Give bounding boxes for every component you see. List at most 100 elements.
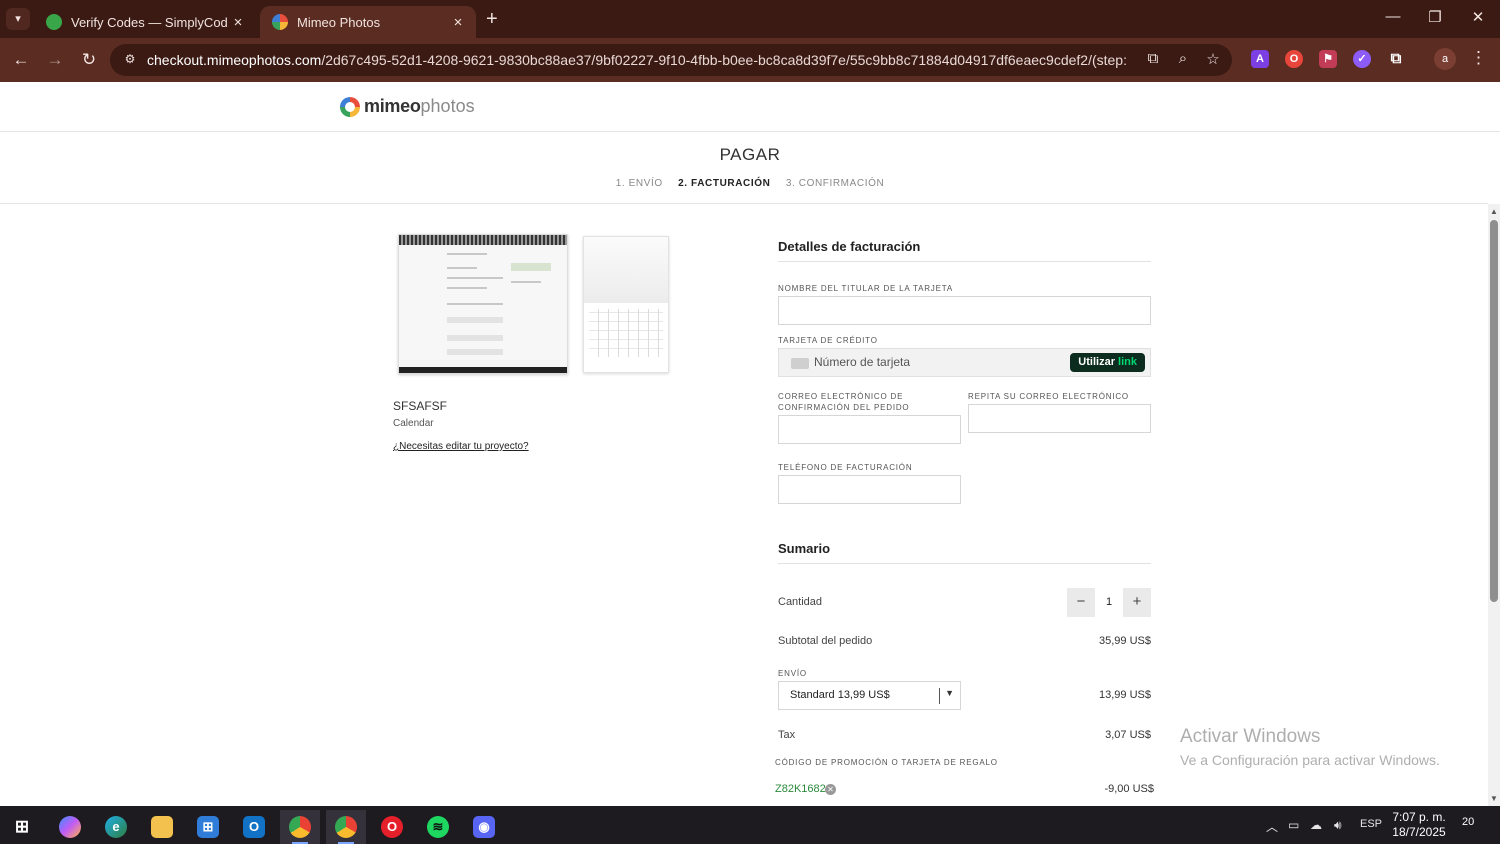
step-billing: 2. FACTURACIÓN [678, 178, 771, 189]
remove-promo-icon[interactable]: ✕ [825, 784, 836, 795]
calendar-preview-back [583, 236, 669, 373]
bookmark-star-icon[interactable]: ☆ [1202, 50, 1224, 70]
repeat-email-input[interactable] [968, 404, 1151, 433]
minimize-button[interactable]: — [1378, 8, 1408, 25]
confirmation-email-input[interactable] [778, 415, 961, 444]
shipping-label: ENVÍO [778, 669, 807, 678]
chrome-icon [289, 816, 311, 838]
calendar-grid [589, 309, 663, 357]
spotify-button[interactable]: ≋ [418, 810, 458, 844]
edge-icon: e [105, 816, 127, 838]
credit-card-label: TARJETA DE CRÉDITO [778, 336, 878, 345]
credit-card-icon [791, 358, 809, 369]
scroll-down-icon[interactable]: ▼ [1490, 794, 1498, 803]
subtotal-label: Subtotal del pedido [778, 635, 873, 647]
tab-title: Mimeo Photos [297, 14, 381, 30]
copilot-icon [59, 816, 81, 838]
reload-button[interactable]: ↻ [76, 48, 102, 72]
summary-section-title: Sumario [778, 541, 831, 556]
discord-button[interactable]: ◉ [464, 810, 504, 844]
volume-icon[interactable]: 🔊︎ [1334, 818, 1342, 833]
new-tab-button[interactable]: + [486, 8, 498, 31]
spiral-binding [399, 235, 567, 245]
more-menu-icon[interactable]: ⋮ [1470, 48, 1487, 68]
card-number-input[interactable]: Número de tarjeta Utilizar link [778, 348, 1151, 377]
start-button[interactable]: ⊞ [2, 810, 42, 844]
quantity-value[interactable]: 1 [1095, 588, 1123, 617]
scroll-up-icon[interactable]: ▲ [1490, 207, 1498, 216]
step-shipping[interactable]: 1. ENVÍO [616, 178, 663, 189]
profile-avatar[interactable]: a [1434, 48, 1456, 70]
tab-mimeo-photos[interactable]: Mimeo Photos × [260, 6, 476, 38]
language-indicator[interactable]: ESP [1360, 818, 1382, 830]
tab-simplycodes[interactable]: Verify Codes — SimplyCodes × [34, 6, 256, 38]
onedrive-icon[interactable]: ☁ [1310, 818, 1322, 832]
project-type: Calendar [393, 418, 434, 429]
edit-project-link[interactable]: ¿Necesitas editar tu proyecto? [393, 441, 529, 452]
extensions-puzzle-icon[interactable]: ⧉ [1387, 50, 1405, 68]
extension-record-icon[interactable]: O [1285, 50, 1303, 68]
close-icon[interactable]: × [448, 14, 468, 31]
outlook-icon: O [243, 816, 265, 838]
address-bar[interactable]: ⚙ checkout.mimeophotos.com/2d67c495-52d1… [110, 44, 1232, 76]
copilot-button[interactable] [50, 810, 90, 844]
windows-icon: ⊞ [14, 817, 30, 836]
notifications-button[interactable]: 20 [1462, 816, 1486, 834]
tab-title: Verify Codes — SimplyCodes [71, 14, 228, 30]
network-icon[interactable]: ▭ [1288, 818, 1299, 832]
forward-button[interactable]: → [42, 48, 68, 72]
shipping-method-select[interactable]: Standard 13,99 US$ ▼ [778, 681, 961, 710]
project-name: SFSAFSF [393, 399, 448, 413]
back-button[interactable]: ← [8, 48, 34, 72]
chrome-icon [335, 816, 357, 838]
close-window-button[interactable]: ✕ [1463, 8, 1493, 26]
page-scrollbar[interactable]: ▲ ▼ [1488, 204, 1500, 806]
step-confirmation: 3. CONFIRMACIÓN [785, 178, 885, 189]
billing-divider [778, 261, 1151, 262]
zoom-icon[interactable]: ⌕ [1172, 50, 1194, 70]
discord-icon: ◉ [473, 816, 495, 838]
outlook-button[interactable]: O [234, 810, 274, 844]
quantity-label: Cantidad [778, 596, 823, 608]
system-clock[interactable]: 7:07 p. m. 18/7/2025 [1388, 810, 1450, 840]
chrome-button[interactable] [280, 810, 320, 844]
windows-taskbar: ⊞ e ⊞ O O ≋ ◉ ︿ ▭ ☁ 🔊︎ ESP 7:07 p. m. 18… [0, 806, 1500, 844]
scrollbar-thumb[interactable] [1490, 220, 1498, 602]
file-explorer-button[interactable] [142, 810, 182, 844]
simplycodes-icon [46, 14, 62, 30]
summary-divider [778, 563, 1151, 564]
mimeo-photos-logo[interactable]: mimeo photos [340, 96, 475, 117]
checkout-steps: 1. ENVÍO 2. FACTURACIÓN 3. CONFIRMACIÓN [0, 178, 1500, 189]
store-button[interactable]: ⊞ [188, 810, 228, 844]
site-info-icon[interactable]: ⚙ [122, 52, 138, 68]
confirmation-email-label: CORREO ELECTRÓNICO DE CONFIRMACIÓN DEL P… [778, 392, 910, 412]
billing-phone-input[interactable] [778, 475, 961, 504]
extension-a-icon[interactable]: A [1251, 50, 1269, 68]
increase-quantity-button[interactable]: + [1123, 588, 1151, 617]
tab-search-button[interactable]: ▾ [6, 8, 30, 30]
edge-button[interactable]: e [96, 810, 136, 844]
extension-flag-icon[interactable]: ⚑ [1319, 50, 1337, 68]
page-title: PAGAR [719, 145, 781, 164]
browser-toolbar: ← → ↻ ⚙ checkout.mimeophotos.com/2d67c49… [0, 38, 1500, 82]
header-divider [0, 131, 1500, 132]
shipping-value: 13,99 US$ [1099, 689, 1151, 701]
restore-button[interactable]: ❐ [1420, 8, 1450, 26]
opera-icon: O [381, 816, 403, 838]
show-hidden-icons-icon[interactable]: ︿ [1266, 818, 1278, 835]
promo-code-label: CÓDIGO DE PROMOCIÓN O TARJETA DE REGALO [775, 758, 998, 767]
use-link-button[interactable]: Utilizar link [1070, 353, 1145, 372]
opera-button[interactable]: O [372, 810, 412, 844]
install-app-icon[interactable]: ⧉ [1142, 50, 1164, 70]
billing-phone-label: TELÉFONO DE FACTURACIÓN [778, 463, 913, 472]
close-icon[interactable]: × [228, 14, 248, 31]
checkout-page: mimeo photos PAGAR 1. ENVÍO 2. FACTURACI… [0, 82, 1500, 806]
url-text[interactable]: checkout.mimeophotos.com/2d67c495-52d1-4… [147, 52, 1127, 68]
quantity-stepper: − 1 + [1067, 588, 1151, 617]
decrease-quantity-button[interactable]: − [1067, 588, 1095, 617]
extension-tag-icon[interactable]: ✓ [1353, 50, 1371, 68]
calendar-photo [399, 245, 567, 367]
browser-tab-strip: ▾ Verify Codes — SimplyCodes × Mimeo Pho… [0, 0, 1500, 38]
cardholder-name-input[interactable] [778, 296, 1151, 325]
chrome-profile-button[interactable] [326, 810, 366, 844]
